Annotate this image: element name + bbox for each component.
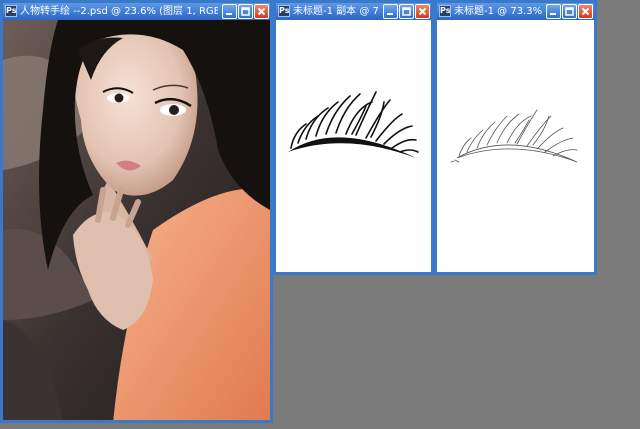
photoshop-document-icon: Ps [278, 5, 290, 17]
window-title: 未标题-1 副本 @ 7... [293, 6, 379, 17]
window-titlebar[interactable]: Ps 人物转手绘 --2.psd @ 23.6% (图层 1, RGB/8) [3, 3, 270, 20]
maximize-button[interactable] [562, 4, 577, 19]
photoshop-document-icon: Ps [439, 5, 451, 17]
maximize-button[interactable] [238, 4, 253, 19]
portrait-canvas[interactable] [3, 20, 270, 420]
close-icon [418, 7, 427, 16]
eyelash-outline-image [450, 109, 578, 163]
minimize-icon [550, 13, 556, 15]
close-button[interactable] [254, 4, 269, 19]
document-window-portrait[interactable]: Ps 人物转手绘 --2.psd @ 23.6% (图层 1, RGB/8) [0, 0, 273, 423]
minimize-button[interactable] [383, 4, 398, 19]
window-title: 未标题-1 @ 73.3%(... [454, 6, 542, 17]
minimize-icon [226, 13, 232, 15]
close-icon [257, 7, 266, 16]
eyelash-solid-canvas[interactable] [276, 20, 431, 272]
window-titlebar[interactable]: Ps 未标题-1 副本 @ 7... [276, 3, 431, 20]
close-button[interactable] [578, 4, 593, 19]
document-window-eyelash-outline[interactable]: Ps 未标题-1 @ 73.3%(... [434, 0, 597, 275]
document-window-eyelash-copy[interactable]: Ps 未标题-1 副本 @ 7... [273, 0, 434, 275]
eyelash-outline-canvas[interactable] [437, 20, 594, 272]
close-icon [581, 7, 590, 16]
photoshop-document-icon: Ps [5, 5, 17, 17]
window-titlebar[interactable]: Ps 未标题-1 @ 73.3%(... [437, 3, 594, 20]
minimize-button[interactable] [546, 4, 561, 19]
maximize-button[interactable] [399, 4, 414, 19]
maximize-icon [402, 7, 411, 16]
eyelash-solid-image [288, 91, 419, 158]
maximize-icon [565, 7, 574, 16]
maximize-icon [241, 7, 250, 16]
minimize-icon [387, 13, 393, 15]
close-button[interactable] [415, 4, 430, 19]
portrait-painting-image [3, 20, 270, 420]
minimize-button[interactable] [222, 4, 237, 19]
window-title: 人物转手绘 --2.psd @ 23.6% (图层 1, RGB/8) [20, 6, 218, 17]
